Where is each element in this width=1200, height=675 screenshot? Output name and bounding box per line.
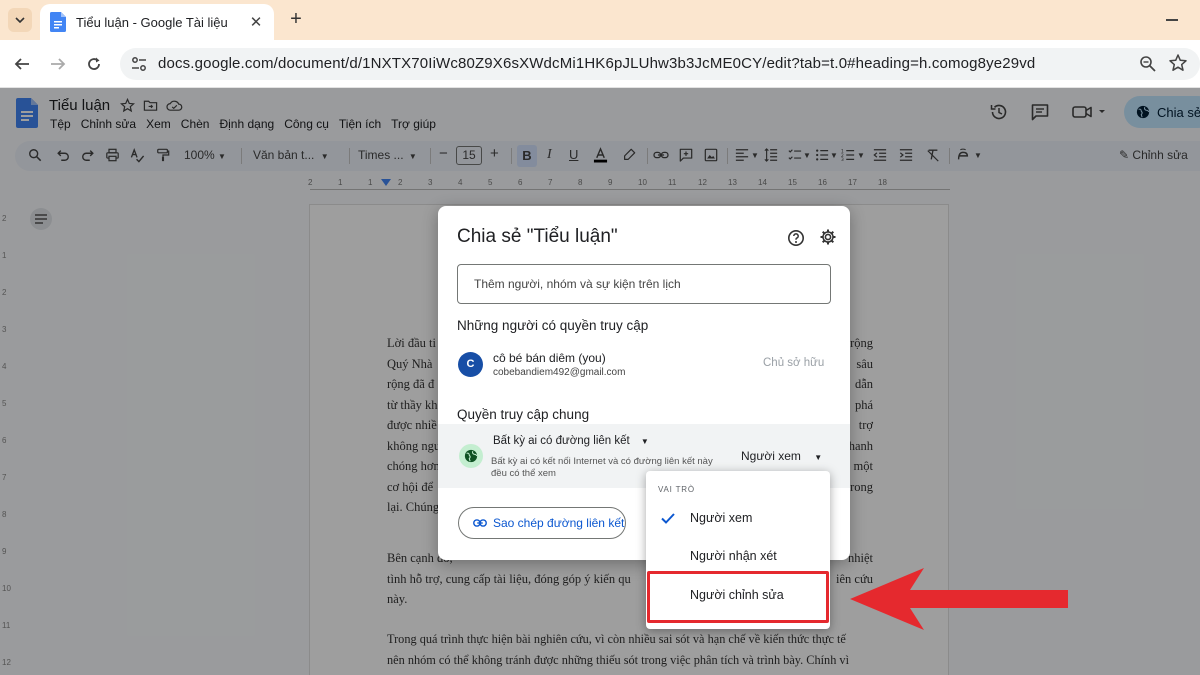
gear-icon[interactable] [819,228,837,246]
caret-down-icon: ▼ [814,453,823,462]
link-access-label: Bất kỳ ai có đường liên kết [493,435,630,447]
checkmark-icon [661,513,675,524]
url-text: docs.google.com/document/d/1NXTX70IiWc80… [158,55,1036,72]
bookmark-star-icon[interactable] [1168,53,1188,73]
role-option-label: Người nhận xét [690,549,777,563]
role-option-viewer[interactable]: Người xem [646,500,830,538]
link-icon [473,519,487,527]
help-icon[interactable] [787,229,805,247]
reload-icon[interactable] [82,52,106,76]
avatar: C [458,352,483,377]
chevron-down-icon [15,17,25,23]
owner-name: cô bé bán diêm (you) [493,351,606,365]
address-bar: docs.google.com/document/d/1NXTX70IiWc80… [0,40,1200,88]
role-select-label: Người xem [741,449,801,463]
share-dialog-title: Chia sẻ "Tiểu luận" [457,226,618,247]
tab-close-icon[interactable]: ✕ [248,13,264,31]
link-access-select[interactable]: Bất kỳ ai có đường liên kết ▼ [493,435,649,447]
red-arrow-icon [850,568,1068,630]
caret-down-icon: ▼ [640,437,649,446]
tab-search-button[interactable] [8,8,32,32]
site-settings-icon[interactable] [130,55,148,73]
browser-tab-strip: Tiểu luận - Google Tài liệu ✕ + [0,0,1200,40]
google-docs-favicon-icon [50,12,66,32]
add-people-input[interactable]: Thêm người, nhóm và sự kiện trên lịch [457,264,831,304]
people-with-access-heading: Những người có quyền truy cập [457,318,649,333]
copy-link-button[interactable]: Sao chép đường liên kết [458,507,626,539]
minimize-window-icon[interactable] [1166,19,1178,21]
omnibox[interactable]: docs.google.com/document/d/1NXTX70IiWc80… [120,48,1200,80]
tab-title: Tiểu luận - Google Tài liệu [76,14,228,30]
role-option-label: Người xem [690,511,753,525]
owner-email: cobebandiem492@gmail.com [493,367,626,378]
zoom-icon[interactable] [1138,54,1158,74]
globe-icon [459,444,483,468]
role-menu-header: VAI TRÒ [658,485,695,494]
owner-role: Chủ sở hữu [763,357,825,369]
copy-link-label: Sao chép đường liên kết [493,516,625,530]
forward-icon[interactable] [46,52,70,76]
editor-highlight-box [647,571,829,623]
role-select[interactable]: Người xem ▼ [741,449,822,463]
browser-tab[interactable]: Tiểu luận - Google Tài liệu ✕ [40,4,274,40]
general-access-heading: Quyền truy cập chung [457,407,590,422]
new-tab-icon[interactable]: + [284,8,308,32]
back-icon[interactable] [10,52,34,76]
